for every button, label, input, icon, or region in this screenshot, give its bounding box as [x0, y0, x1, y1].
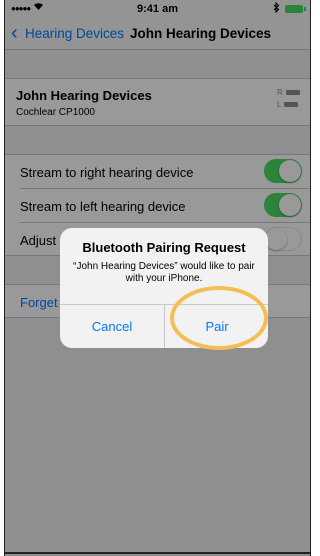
phone-screen: ●●●●● 9:41 am ‹ Hearing Devices John Hea… [5, 0, 310, 556]
device-frame-right [310, 0, 311, 556]
alert-message: “John Hearing Devices” would like to pai… [73, 261, 255, 284]
pair-highlight-ring [170, 286, 268, 350]
cancel-button[interactable]: Cancel [60, 305, 164, 348]
alert-title: Bluetooth Pairing Request [82, 240, 246, 255]
device-frame-bottom [5, 552, 310, 554]
